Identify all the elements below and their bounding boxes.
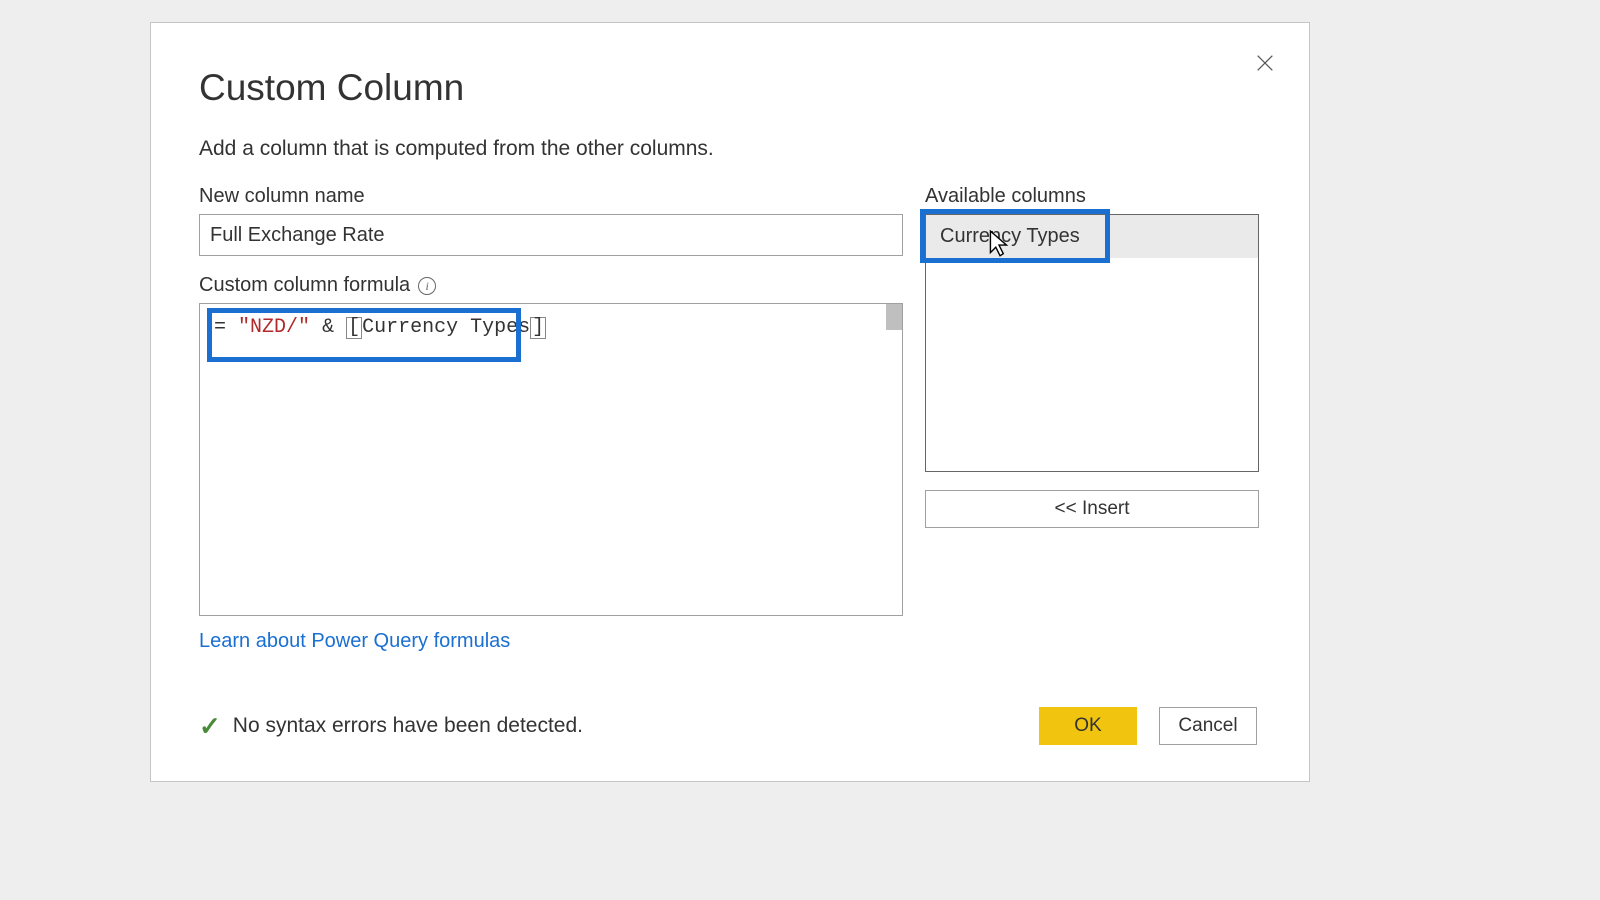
status-text: No syntax errors have been detected.: [233, 714, 583, 738]
formula-input[interactable]: = "NZD/" & [Currency Types]: [199, 303, 903, 616]
formula-string-literal: "NZD/": [238, 316, 310, 339]
check-icon: ✓: [199, 711, 221, 742]
close-button[interactable]: [1245, 43, 1285, 83]
formula-ampersand: &: [322, 316, 334, 339]
formula-open-bracket: [: [348, 316, 360, 339]
ok-button[interactable]: OK: [1039, 707, 1137, 745]
new-column-name-label: New column name: [199, 185, 903, 208]
formula-column-ref: Currency Types: [362, 316, 530, 339]
formula-close-bracket: ]: [532, 316, 544, 339]
cancel-button[interactable]: Cancel: [1159, 707, 1257, 745]
available-columns-label: Available columns: [925, 185, 1259, 208]
dialog-title: Custom Column: [199, 67, 1257, 109]
formula-equals: =: [214, 316, 226, 339]
learn-link[interactable]: Learn about Power Query formulas: [199, 630, 510, 653]
available-columns-list[interactable]: Currency Types: [925, 214, 1259, 472]
info-icon[interactable]: i: [418, 277, 436, 295]
available-column-item-label: Currency Types: [940, 225, 1080, 247]
formula-label: Custom column formula: [199, 274, 410, 297]
custom-column-dialog: Custom Column Add a column that is compu…: [150, 22, 1310, 782]
close-icon: [1254, 52, 1276, 74]
scrollbar-thumb[interactable]: [886, 304, 902, 330]
dialog-subtitle: Add a column that is computed from the o…: [199, 137, 1257, 161]
insert-button[interactable]: << Insert: [925, 490, 1259, 528]
available-column-item[interactable]: Currency Types: [926, 215, 1258, 258]
new-column-name-input[interactable]: [199, 214, 903, 256]
